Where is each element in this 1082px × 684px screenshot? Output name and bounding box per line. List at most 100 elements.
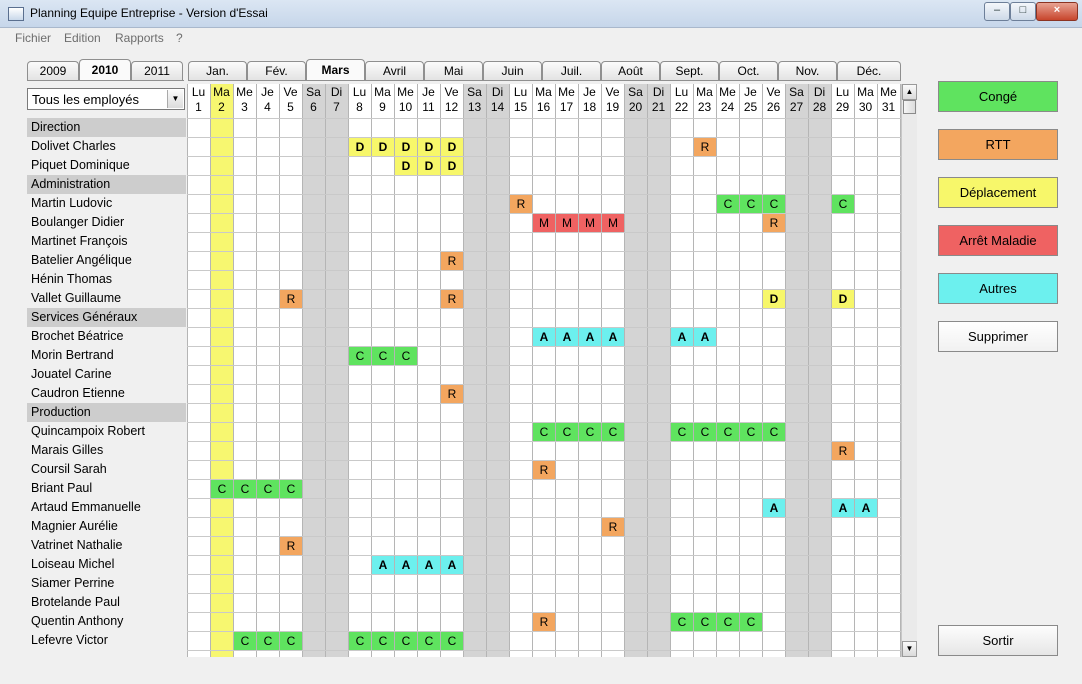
close-button[interactable]: × bbox=[1036, 2, 1078, 21]
absence-cell-C[interactable]: C bbox=[694, 423, 716, 441]
day-header-10[interactable]: Me 10 bbox=[394, 85, 417, 115]
employee-name[interactable]: Brotelande Paul bbox=[27, 593, 186, 612]
employee-name[interactable]: Boulanger Didier bbox=[27, 213, 186, 232]
month-tab-10[interactable]: Oct. bbox=[719, 61, 778, 80]
month-tab-12[interactable]: Déc. bbox=[837, 61, 901, 80]
absence-cell-C[interactable]: C bbox=[671, 423, 693, 441]
absence-cell-A[interactable]: A bbox=[556, 328, 578, 346]
day-header-17[interactable]: Me 17 bbox=[555, 85, 578, 115]
day-header-9[interactable]: Ma 9 bbox=[371, 85, 394, 115]
employee-name[interactable]: Vallet Guillaume bbox=[27, 289, 186, 308]
absence-cell-A[interactable]: A bbox=[579, 328, 601, 346]
absence-cell-M[interactable]: M bbox=[579, 214, 601, 232]
absence-cell-D[interactable]: D bbox=[441, 157, 463, 175]
day-header-3[interactable]: Me 3 bbox=[233, 85, 256, 115]
autres-button[interactable]: Autres bbox=[938, 273, 1058, 304]
absence-cell-C[interactable]: C bbox=[441, 632, 463, 650]
employee-name[interactable]: Martin Ludovic bbox=[27, 194, 186, 213]
absence-cell-C[interactable]: C bbox=[234, 480, 256, 498]
employee-name[interactable]: Brochet Béatrice bbox=[27, 327, 186, 346]
absence-cell-C[interactable]: C bbox=[280, 632, 302, 650]
absence-cell-R[interactable]: R bbox=[441, 290, 463, 308]
menu-fichier[interactable]: Fichier bbox=[15, 31, 51, 45]
scroll-up-button[interactable]: ▲ bbox=[902, 84, 917, 100]
employee-name[interactable]: Piquet Dominique bbox=[27, 156, 186, 175]
absence-cell-C[interactable]: C bbox=[234, 632, 256, 650]
absence-cell-R[interactable]: R bbox=[602, 518, 624, 536]
absence-cell-R[interactable]: R bbox=[510, 195, 532, 213]
day-header-20[interactable]: Sa 20 bbox=[624, 85, 647, 115]
absence-cell-A[interactable]: A bbox=[671, 328, 693, 346]
absence-cell-R[interactable]: R bbox=[280, 537, 302, 555]
absence-cell-R[interactable]: R bbox=[694, 138, 716, 156]
day-header-1[interactable]: Lu 1 bbox=[187, 85, 210, 115]
rtt-button[interactable]: RTT bbox=[938, 129, 1058, 160]
deplacement-button[interactable]: Déplacement bbox=[938, 177, 1058, 208]
absence-cell-R[interactable]: R bbox=[533, 613, 555, 631]
vertical-scrollbar[interactable]: ▲ ▼ bbox=[901, 84, 917, 657]
employee-name[interactable]: Briant Paul bbox=[27, 479, 186, 498]
supprimer-button[interactable]: Supprimer bbox=[938, 321, 1058, 352]
absence-cell-A[interactable]: A bbox=[372, 556, 394, 574]
employee-name[interactable]: Loiseau Michel bbox=[27, 555, 186, 574]
employee-name[interactable]: Quentin Anthony bbox=[27, 612, 186, 631]
employee-name[interactable]: Hénin Thomas bbox=[27, 270, 186, 289]
day-header-19[interactable]: Ve 19 bbox=[601, 85, 624, 115]
absence-cell-C[interactable]: C bbox=[579, 423, 601, 441]
employee-name[interactable]: Jouatel Carine bbox=[27, 365, 186, 384]
maximize-button[interactable]: □ bbox=[1010, 2, 1036, 21]
absence-cell-C[interactable]: C bbox=[556, 423, 578, 441]
month-tab-7[interactable]: Juil. bbox=[542, 61, 601, 80]
day-header-25[interactable]: Je 25 bbox=[739, 85, 762, 115]
absence-cell-D[interactable]: D bbox=[418, 157, 440, 175]
absence-cell-C[interactable]: C bbox=[257, 480, 279, 498]
absence-cell-C[interactable]: C bbox=[349, 632, 371, 650]
absence-cell-C[interactable]: C bbox=[349, 347, 371, 365]
scroll-down-button[interactable]: ▼ bbox=[902, 641, 917, 657]
employee-name[interactable]: Siamer Perrine bbox=[27, 574, 186, 593]
employee-name[interactable]: Vatrinet Nathalie bbox=[27, 536, 186, 555]
day-header-31[interactable]: Me 31 bbox=[877, 85, 900, 115]
employee-name[interactable]: Batelier Angélique bbox=[27, 251, 186, 270]
absence-cell-C[interactable]: C bbox=[257, 632, 279, 650]
day-header-30[interactable]: Ma 30 bbox=[854, 85, 877, 115]
absence-cell-A[interactable]: A bbox=[694, 328, 716, 346]
title-bar[interactable]: Planning Equipe Entreprise - Version d'E… bbox=[0, 0, 1082, 28]
absence-cell-M[interactable]: M bbox=[602, 214, 624, 232]
absence-cell-C[interactable]: C bbox=[694, 613, 716, 631]
absence-cell-C[interactable]: C bbox=[717, 195, 739, 213]
employee-name[interactable]: Magnier Aurélie bbox=[27, 517, 186, 536]
absence-cell-C[interactable]: C bbox=[740, 613, 762, 631]
day-header-23[interactable]: Ma 23 bbox=[693, 85, 716, 115]
absence-cell-C[interactable]: C bbox=[211, 480, 233, 498]
arret-maladie-button[interactable]: Arrêt Maladie bbox=[938, 225, 1058, 256]
absence-cell-C[interactable]: C bbox=[832, 195, 854, 213]
absence-cell-C[interactable]: C bbox=[395, 347, 417, 365]
absence-cell-C[interactable]: C bbox=[740, 195, 762, 213]
absence-cell-M[interactable]: M bbox=[556, 214, 578, 232]
absence-cell-C[interactable]: C bbox=[671, 613, 693, 631]
planning-grid[interactable]: Lu 1 Ma 2 Me 3 Je 4 Ve 5 Sa 6 Di 7 Lu 8 Ma 9 Me 10 Je 11 Ve 12 S… bbox=[187, 84, 901, 657]
absence-cell-C[interactable]: C bbox=[372, 632, 394, 650]
absence-cell-R[interactable]: R bbox=[533, 461, 555, 479]
day-header-18[interactable]: Je 18 bbox=[578, 85, 601, 115]
minimize-button[interactable]: – bbox=[984, 2, 1010, 21]
employee-name[interactable]: Dolivet Charles bbox=[27, 137, 186, 156]
month-tab-3[interactable]: Mars bbox=[306, 59, 365, 80]
day-header-28[interactable]: Di 28 bbox=[808, 85, 831, 115]
absence-cell-A[interactable]: A bbox=[441, 556, 463, 574]
day-header-7[interactable]: Di 7 bbox=[325, 85, 348, 115]
absence-cell-D[interactable]: D bbox=[349, 138, 371, 156]
absence-cell-R[interactable]: R bbox=[280, 290, 302, 308]
day-header-5[interactable]: Ve 5 bbox=[279, 85, 302, 115]
exit-button[interactable]: Sortir bbox=[938, 625, 1058, 656]
absence-cell-D[interactable]: D bbox=[763, 290, 785, 308]
year-tab-2010[interactable]: 2010 bbox=[79, 59, 131, 80]
menu-help[interactable]: ? bbox=[176, 31, 183, 45]
absence-cell-A[interactable]: A bbox=[602, 328, 624, 346]
month-tab-11[interactable]: Nov. bbox=[778, 61, 837, 80]
absence-cell-C[interactable]: C bbox=[372, 347, 394, 365]
day-header-16[interactable]: Ma 16 bbox=[532, 85, 555, 115]
month-tab-5[interactable]: Mai bbox=[424, 61, 483, 80]
day-header-21[interactable]: Di 21 bbox=[647, 85, 670, 115]
